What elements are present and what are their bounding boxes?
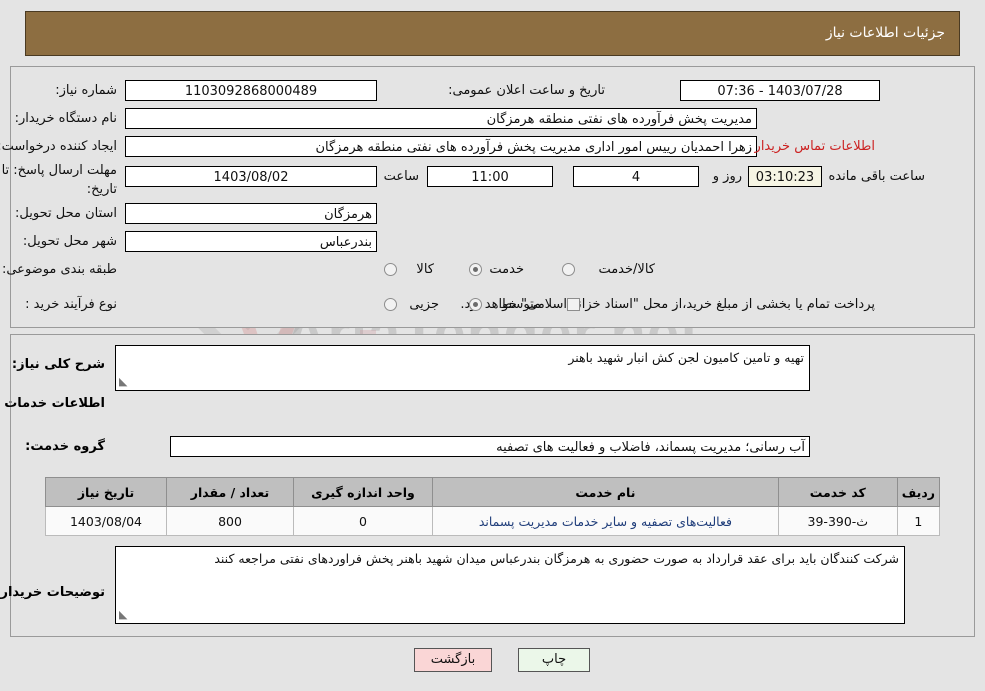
buyer-contact-link[interactable]: اطلاعات تماس خریدار [755, 139, 875, 154]
radio-category-kala-khedmat-label: کالا/خدمت [598, 262, 655, 277]
cell-service-name: فعالیت‌های تصفیه و سایر خدمات مدیریت پسم… [432, 506, 779, 536]
cell-service-code: ث-390-39 [777, 506, 898, 536]
deadline-label-line1: مهلت ارسال پاسخ: تا [1, 163, 117, 178]
general-desc-value[interactable]: تهیه و تامین کامیون لجن کش انبار شهید با… [115, 345, 810, 391]
deadline-label-line2: تاریخ: [86, 182, 117, 197]
page-title: جزئیات اطلاعات نیاز [825, 25, 945, 41]
deadline-hour-label: ساعت [383, 169, 419, 184]
remaining-days-label: روز و [712, 169, 742, 184]
province-label: استان محل تحویل: [15, 206, 117, 221]
radio-category-kala-khedmat[interactable] [562, 263, 575, 276]
radio-process-jozi-label: جزیی [409, 297, 439, 312]
city-label: شهر محل تحویل: [22, 234, 117, 249]
remaining-time-value: 03:10:23 [748, 166, 822, 187]
need-number-value: 1103092868000489 [125, 80, 377, 101]
creator-value: زهرا احمدیان رییس امور اداری مدیریت پخش … [125, 136, 757, 157]
service-group-label: گروه خدمت: [25, 439, 105, 454]
need-info-panel [10, 66, 975, 328]
public-announce-value: 1403/07/28 - 07:36 [680, 80, 880, 101]
radio-category-kala-label: کالا [416, 262, 434, 277]
buyer-notes-value[interactable]: شرکت کنندگان باید برای عقد قرارداد به صو… [115, 546, 905, 624]
category-label: طبقه بندی موضوعی: [1, 262, 117, 277]
table-header-row: ردیف کد خدمت نام خدمت واحد اندازه گیری ت… [45, 477, 941, 507]
page-root: AriaTender.net V جزئیات اطلاعات نیاز شما… [0, 0, 985, 691]
service-group-value: آب رسانی؛ مدیریت پسماند، فاضلاب و فعالیت… [170, 436, 810, 457]
radio-process-motavaset[interactable] [469, 298, 482, 311]
radio-category-khedmat[interactable] [469, 263, 482, 276]
radio-process-jozi[interactable] [384, 298, 397, 311]
th-service-code: کد خدمت [777, 477, 898, 507]
print-button[interactable]: چاپ [518, 648, 590, 672]
buyer-notes-label: توضیحات خریدار: [0, 585, 105, 600]
buyer-org-label: نام دستگاه خریدار: [14, 111, 117, 126]
cell-unit: 0 [293, 506, 433, 536]
table-row: 1 ث-390-39 فعالیت‌های تصفیه و سایر خدمات… [45, 506, 941, 536]
creator-label: ایجاد کننده درخواست: [0, 139, 117, 154]
radio-category-kala[interactable] [384, 263, 397, 276]
city-value: بندرعباس [125, 231, 377, 252]
th-service-name: نام خدمت [432, 477, 779, 507]
cell-row-no: 1 [896, 506, 941, 536]
province-value: هرمزگان [125, 203, 377, 224]
services-table: ردیف کد خدمت نام خدمت واحد اندازه گیری ت… [45, 477, 941, 536]
deadline-hour-value: 11:00 [427, 166, 553, 187]
treasury-checkbox-label: پرداخت تمام یا بخشی از مبلغ خرید،از محل … [460, 297, 875, 312]
cell-quantity: 800 [166, 506, 294, 536]
th-unit: واحد اندازه گیری [293, 477, 433, 507]
remaining-days-value: 4 [573, 166, 699, 187]
remaining-time-label: ساعت باقی مانده [828, 169, 925, 184]
page-header-bar: جزئیات اطلاعات نیاز [25, 11, 960, 56]
general-desc-label: شرح کلی نیاز: [11, 357, 105, 372]
cell-need-date: 1403/08/04 [45, 506, 167, 536]
treasury-checkbox[interactable] [567, 298, 580, 311]
process-label: نوع فرآیند خرید : [25, 297, 117, 312]
need-number-label: شماره نیاز: [55, 83, 117, 98]
deadline-date-value: 1403/08/02 [125, 166, 377, 187]
general-desc-resize-grip[interactable]: ◣ [119, 376, 129, 387]
th-quantity: تعداد / مقدار [166, 477, 294, 507]
buyer-notes-resize-grip[interactable]: ◣ [119, 609, 129, 620]
services-section-title: اطلاعات خدمات مورد نیاز [0, 396, 105, 411]
th-need-date: تاریخ نیاز [45, 477, 167, 507]
public-announce-label: تاریخ و ساعت اعلان عمومی: [448, 83, 605, 98]
radio-category-khedmat-label: خدمت [489, 262, 524, 277]
back-button[interactable]: بازگشت [414, 648, 492, 672]
th-row-no: ردیف [896, 477, 941, 507]
buyer-org-value: مدیریت پخش فرآورده های نفتی منطقه هرمزگا… [125, 108, 757, 129]
